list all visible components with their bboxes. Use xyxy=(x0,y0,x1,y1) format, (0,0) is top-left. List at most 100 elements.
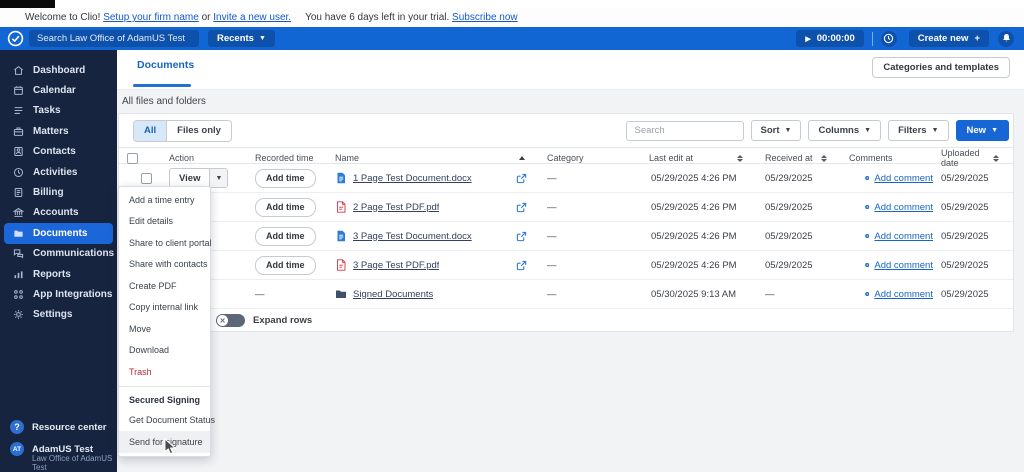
main-content: Documents Categories and templates All f… xyxy=(117,50,1024,472)
columns-button[interactable]: Columns ▼ xyxy=(808,120,882,141)
sidebar-item-tasks[interactable]: Tasks xyxy=(0,101,117,121)
col-header-category[interactable]: Category xyxy=(539,148,641,168)
folder-name-link[interactable]: Signed Documents xyxy=(353,289,433,300)
expand-rows-label: Expand rows xyxy=(253,315,313,326)
menu-item-move[interactable]: Move xyxy=(119,318,210,340)
document-name-link[interactable]: 2 Page Test PDF.pdf xyxy=(353,202,439,213)
add-time-button[interactable]: Add time xyxy=(255,226,316,246)
create-new-button[interactable]: Create new + xyxy=(908,30,989,47)
sidebar-item-activities[interactable]: Activities xyxy=(0,162,117,182)
col-header-action[interactable]: Action xyxy=(161,148,247,168)
row-checkbox[interactable] xyxy=(141,172,152,184)
sidebar: Dashboard Calendar Tasks Matters Contact… xyxy=(0,50,117,472)
add-time-button[interactable]: Add time xyxy=(255,197,316,217)
menu-item-share-client-portal[interactable]: Share to client portal xyxy=(119,232,212,254)
add-comment-link[interactable]: Add comment xyxy=(874,202,933,213)
col-header-last-edit[interactable]: Last edit at xyxy=(641,148,757,168)
document-name-link[interactable]: 1 Page Test Document.docx xyxy=(353,173,472,184)
bar-chart-icon xyxy=(14,270,23,278)
filter-all-button[interactable]: All xyxy=(134,120,167,141)
banner-welcome-text: Welcome to Clio! xyxy=(25,12,101,23)
sidebar-item-matters[interactable]: Matters xyxy=(0,121,117,141)
received-cell: — xyxy=(765,288,775,300)
chevron-down-icon: ▼ xyxy=(258,35,266,42)
comments-cell: Add comment xyxy=(841,173,933,184)
categories-and-templates-button[interactable]: Categories and templates xyxy=(872,57,1010,78)
comments-cell: Add comment xyxy=(841,289,933,300)
sidebar-item-reports[interactable]: Reports xyxy=(0,264,117,284)
pdf-file-icon xyxy=(337,259,346,271)
sidebar-item-communications[interactable]: Communications xyxy=(0,244,117,264)
chevron-down-icon: ▼ xyxy=(209,169,228,187)
banner-or-text: or xyxy=(201,12,211,23)
notifications-button[interactable] xyxy=(998,30,1014,47)
trial-banner: Welcome to Clio! Setup your firm name or… xyxy=(0,8,1024,27)
expand-rows-toggle[interactable]: ✕ xyxy=(216,314,245,327)
menu-item-download[interactable]: Download xyxy=(119,340,210,362)
subscribe-now-link[interactable]: Subscribe now xyxy=(452,12,518,23)
sidebar-item-documents[interactable]: Documents xyxy=(4,223,113,244)
filter-files-only-button[interactable]: Files only xyxy=(166,120,231,141)
new-button[interactable]: New ▼ xyxy=(955,120,1009,141)
last-edit-cell: 05/29/2025 4:26 PM xyxy=(651,230,737,242)
home-icon xyxy=(14,65,23,75)
document-name-link[interactable]: 3 Page Test PDF.pdf xyxy=(353,260,439,271)
clock-button[interactable] xyxy=(880,30,897,47)
menu-item-add-time-entry[interactable]: Add a time entry xyxy=(119,189,210,211)
add-comment-link[interactable]: Add comment xyxy=(874,173,933,184)
col-header-received-at[interactable]: Received at xyxy=(757,148,841,168)
select-all-checkbox[interactable] xyxy=(127,152,138,164)
global-search-input[interactable] xyxy=(29,30,199,47)
sidebar-item-calendar[interactable]: Calendar xyxy=(0,80,117,100)
sidebar-item-app-integrations[interactable]: App Integrations xyxy=(0,284,117,304)
sort-button[interactable]: Sort ▼ xyxy=(750,120,802,141)
document-name-link[interactable]: 3 Page Test Document.docx xyxy=(353,231,472,242)
add-time-button[interactable]: Add time xyxy=(255,168,316,188)
documents-card: All Files only Sort▼ Columns▼ Filters▼ N… xyxy=(118,113,1014,332)
add-comment-icon xyxy=(865,262,870,268)
menu-item-get-document-status[interactable]: Get Document Status xyxy=(119,410,215,432)
add-time-button[interactable]: Add time xyxy=(255,255,316,275)
clio-logo-icon[interactable] xyxy=(7,30,24,47)
timer-button[interactable]: ▶ 00:00:00 xyxy=(796,30,864,47)
sidebar-item-settings[interactable]: Settings xyxy=(0,305,117,325)
open-external-icon[interactable] xyxy=(516,202,527,213)
setup-firm-name-link[interactable]: Setup your firm name xyxy=(103,12,199,23)
expand-rows-control: ✕ Expand rows xyxy=(119,309,1013,332)
col-header-uploaded-date[interactable]: Uploaded date xyxy=(933,148,1013,168)
last-edit-cell: 05/29/2025 4:26 PM xyxy=(651,201,737,213)
table-controls: All Files only Sort▼ Columns▼ Filters▼ N… xyxy=(119,119,1013,142)
user-firm-name: Law Office of AdamUS Test xyxy=(32,454,113,472)
view-button[interactable]: View ▼ xyxy=(169,168,229,188)
resource-center-button[interactable]: ? Resource center xyxy=(0,416,117,438)
question-mark-icon: ? xyxy=(10,420,24,434)
sidebar-item-dashboard[interactable]: Dashboard xyxy=(0,60,117,80)
table-search-input[interactable] xyxy=(625,120,744,141)
menu-item-share-with-contacts[interactable]: Share with contacts xyxy=(119,254,210,276)
menu-item-edit-details[interactable]: Edit details xyxy=(119,211,210,233)
mouse-cursor-icon xyxy=(164,438,176,455)
add-comment-icon xyxy=(865,175,870,181)
table-row: Add time 3 Page Test PDF.pdf — 05/29/202… xyxy=(119,251,1013,280)
recents-button[interactable]: Recents ▼ xyxy=(208,30,275,47)
col-header-name[interactable]: Name xyxy=(327,148,539,168)
add-comment-link[interactable]: Add comment xyxy=(874,289,933,300)
menu-item-copy-internal-link[interactable]: Copy internal link xyxy=(119,297,210,319)
briefcase-icon xyxy=(13,127,24,136)
add-comment-link[interactable]: Add comment xyxy=(874,231,933,242)
open-external-icon[interactable] xyxy=(516,260,527,271)
invite-new-user-link[interactable]: Invite a new user. xyxy=(213,12,291,23)
menu-item-trash[interactable]: Trash xyxy=(119,361,210,383)
sidebar-item-contacts[interactable]: Contacts xyxy=(0,142,117,162)
open-external-icon[interactable] xyxy=(516,173,527,184)
col-header-comments[interactable]: Comments xyxy=(841,148,933,168)
sidebar-item-accounts[interactable]: Accounts xyxy=(0,203,117,223)
filters-button[interactable]: Filters ▼ xyxy=(888,120,949,141)
menu-item-create-pdf[interactable]: Create PDF xyxy=(119,275,210,297)
sidebar-item-billing[interactable]: Billing xyxy=(0,182,117,202)
add-comment-link[interactable]: Add comment xyxy=(874,260,933,271)
tab-documents[interactable]: Documents xyxy=(137,59,194,71)
contact-card-icon xyxy=(14,147,23,157)
open-external-icon[interactable] xyxy=(516,231,527,242)
col-header-recorded-time[interactable]: Recorded time xyxy=(247,148,327,168)
